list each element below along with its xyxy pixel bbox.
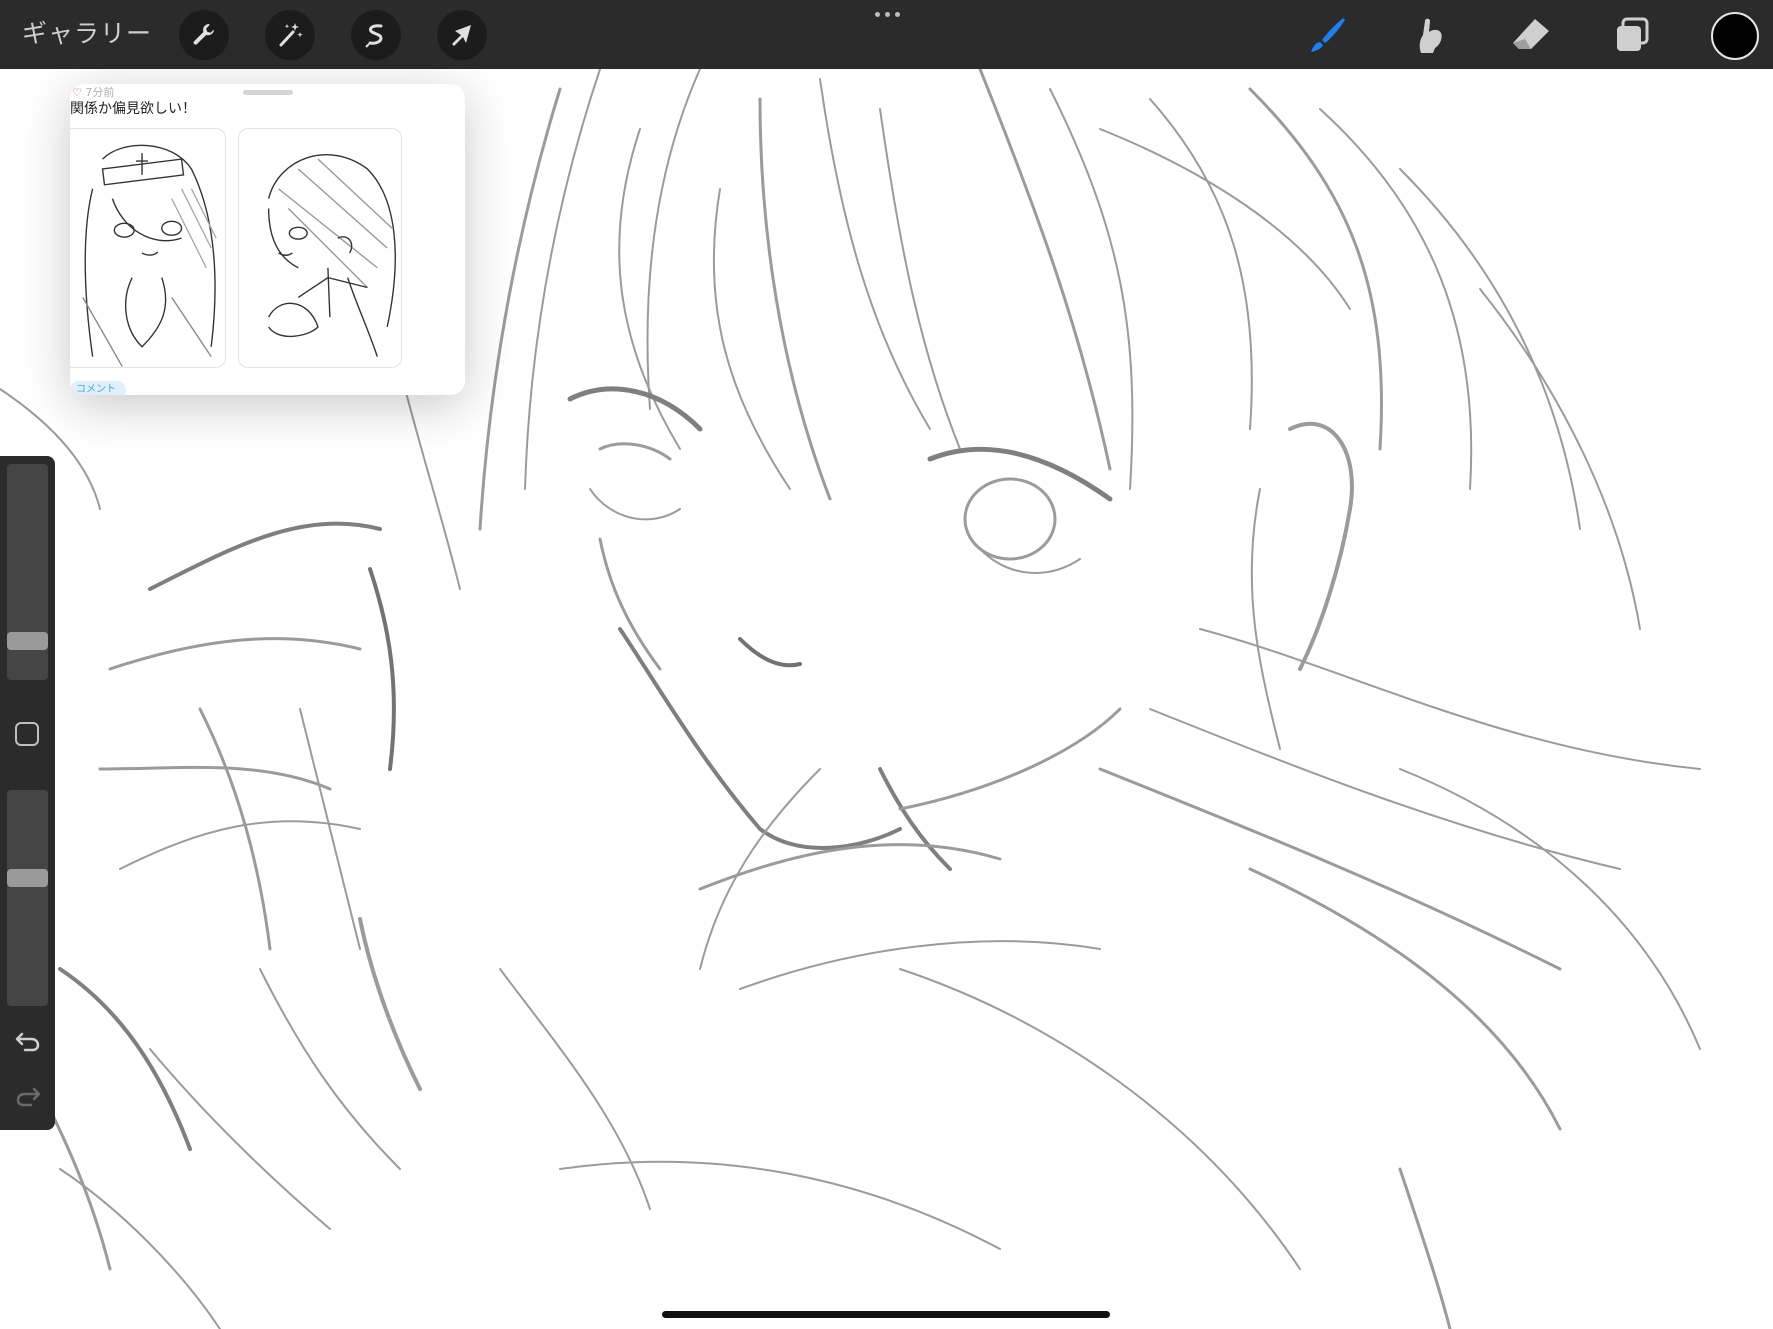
selection-s-icon	[365, 24, 383, 48]
home-indicator[interactable]	[662, 1311, 1110, 1318]
undo-arrow-icon	[15, 1032, 40, 1052]
undo-button[interactable]	[13, 1026, 43, 1056]
color-swatch[interactable]	[1711, 12, 1759, 60]
adjustments-button[interactable]	[265, 10, 315, 60]
opacity-slider[interactable]	[7, 790, 48, 1006]
magic-wand-icon	[279, 23, 303, 47]
reference-image-right	[238, 128, 402, 368]
redo-arrow-icon	[16, 1087, 41, 1107]
smudge-button[interactable]	[1404, 10, 1454, 60]
top-toolbar: ギャラリー	[0, 0, 1773, 69]
reference-window[interactable]: ♡ 7分前 関係か偏見欲しい！ コメント	[70, 84, 465, 395]
brush-icon	[1311, 18, 1345, 52]
reference-image-left	[70, 128, 226, 368]
gallery-button[interactable]: ギャラリー	[22, 16, 152, 52]
more-dots-icon[interactable]	[872, 6, 902, 22]
actions-button[interactable]	[179, 10, 229, 60]
layers-icon	[1617, 17, 1649, 51]
brush-button[interactable]	[1302, 10, 1352, 60]
reference-caption: 関係か偏見欲しい！	[70, 101, 196, 117]
brush-size-slider[interactable]	[7, 464, 48, 680]
square-modify-icon[interactable]	[15, 722, 39, 746]
reference-comment-tag[interactable]: コメント	[70, 381, 126, 395]
layers-button[interactable]	[1608, 10, 1658, 60]
redo-button[interactable]	[13, 1081, 43, 1111]
opacity-thumb[interactable]	[7, 869, 48, 887]
eraser-icon	[1513, 19, 1549, 49]
transform-button[interactable]	[437, 10, 487, 60]
eraser-button[interactable]	[1506, 10, 1556, 60]
selection-button[interactable]	[351, 10, 401, 60]
reference-grab-handle[interactable]	[243, 90, 293, 95]
brush-size-thumb[interactable]	[7, 632, 48, 650]
left-sidebar	[0, 456, 55, 1130]
arrow-cursor-icon	[452, 25, 471, 46]
smudge-finger-icon	[1419, 18, 1442, 53]
wrench-icon	[193, 24, 214, 45]
